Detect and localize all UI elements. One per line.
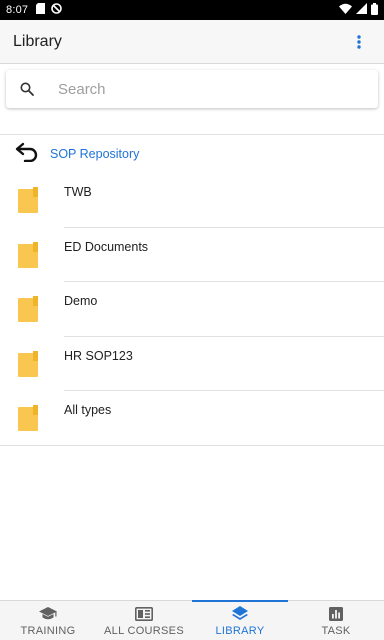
status-bar: 8:07 (0, 0, 384, 20)
bottom-nav: TRAINING ALL COURSES LIBRARY TASK (0, 600, 384, 640)
bar-chart-icon (329, 606, 343, 622)
folder-name: All types (64, 403, 112, 417)
page-title: Library (13, 32, 62, 50)
search-input[interactable] (46, 80, 346, 98)
folder-icon (18, 405, 38, 436)
app-bar: Library (0, 20, 384, 64)
graduation-cap-icon (39, 606, 57, 622)
folder-item-hr-sop123[interactable]: HR SOP123 (0, 337, 384, 391)
status-right-icons (339, 2, 378, 18)
tab-library[interactable]: LIBRARY (192, 600, 288, 640)
folder-icon (18, 241, 38, 273)
more-vertical-icon (357, 34, 361, 49)
tab-label: TASK (321, 625, 351, 637)
folder-name: ED Documents (64, 239, 149, 254)
library-list: SOP Repository TWB ED Documents Demo HR … (0, 134, 384, 446)
do-not-disturb-icon (51, 3, 63, 17)
folder-item-twb[interactable]: TWB (0, 173, 384, 228)
more-options-button[interactable] (347, 30, 371, 54)
folder-name: Demo (64, 294, 98, 308)
tab-training[interactable]: TRAINING (0, 601, 96, 640)
screen: 8:07 Library Search SOP Repository TWB E… (0, 0, 384, 640)
folder-name: HR SOP123 (64, 348, 133, 363)
wifi-icon (339, 3, 352, 17)
status-time: 8:07 (6, 4, 29, 16)
layers-icon (232, 606, 248, 622)
divider (0, 444, 384, 446)
tab-label: ALL COURSES (104, 625, 184, 637)
undo-arrow-icon[interactable] (14, 142, 40, 167)
breadcrumb[interactable]: SOP Repository (0, 135, 384, 173)
sd-card-icon (36, 3, 46, 17)
folder-name: TWB (64, 185, 92, 199)
book-icon (135, 606, 153, 622)
folder-icon (18, 187, 38, 218)
folder-icon (18, 296, 38, 327)
battery-icon (371, 2, 378, 18)
folder-item-ed-documents[interactable]: ED Documents (0, 228, 384, 282)
tab-label: LIBRARY (215, 625, 265, 637)
folder-item-all-types[interactable]: All types (0, 391, 384, 446)
search-icon (6, 82, 46, 96)
tab-label: TRAINING (20, 625, 76, 637)
folder-icon (18, 350, 38, 382)
folder-item-demo[interactable]: Demo (0, 282, 384, 337)
breadcrumb-label[interactable]: SOP Repository (50, 147, 139, 161)
tab-task[interactable]: TASK (288, 601, 384, 640)
search-bar (6, 70, 378, 108)
tab-all-courses[interactable]: ALL COURSES (96, 601, 192, 640)
signal-icon (356, 3, 367, 17)
